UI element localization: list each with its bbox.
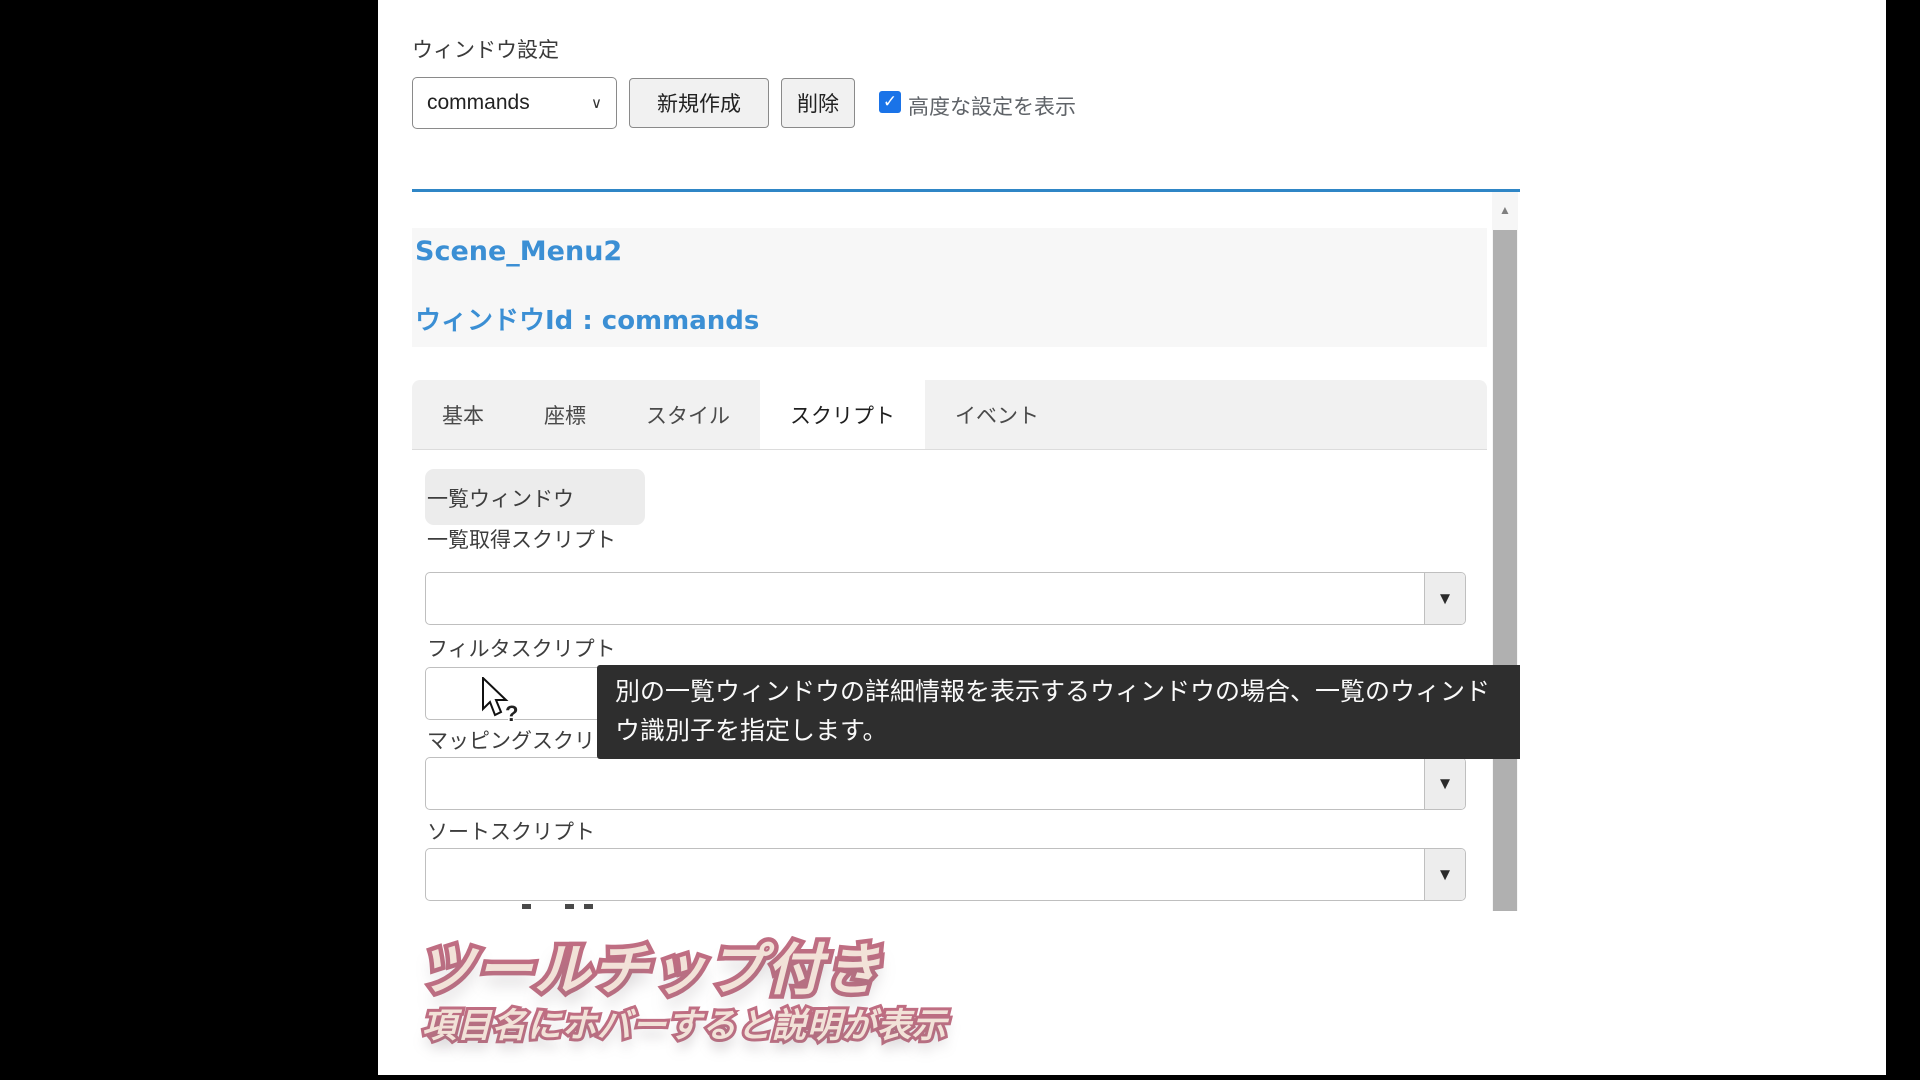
app-page: ウィンドウ設定 commands ∨ 新規作成 削除 ✓ 高度な設定を表示 Sc…	[378, 0, 1886, 1075]
letterbox-bottom	[0, 1075, 1920, 1080]
clipped-next-field-label	[522, 904, 822, 910]
window-select-value: commands	[427, 91, 530, 115]
dropdown-button[interactable]: ▼	[1424, 573, 1465, 624]
screen: ウィンドウ設定 commands ∨ 新規作成 削除 ✓ 高度な設定を表示 Sc…	[0, 0, 1920, 1080]
mapping-script-select[interactable]: ▼	[425, 757, 1466, 810]
letterbox-right	[1886, 0, 1920, 1080]
field-label-list-window[interactable]: 一覧ウィンドウ	[427, 483, 574, 513]
tab-style[interactable]: スタイル	[616, 380, 760, 449]
scene-title: Scene_Menu2	[415, 236, 622, 267]
chevron-down-icon: ∨	[591, 94, 602, 112]
checkmark-icon: ✓	[883, 92, 897, 112]
tab-basic[interactable]: 基本	[412, 380, 514, 449]
dropdown-arrow-icon: ▼	[1437, 589, 1454, 609]
stamp-subtitle: 項目名にホバーすると説明が表示	[422, 998, 947, 1047]
field-label-list-fetch-script[interactable]: 一覧取得スクリプト	[427, 524, 616, 554]
window-select[interactable]: commands ∨	[412, 77, 617, 129]
help-cursor-icon: ?	[481, 677, 527, 734]
dropdown-button[interactable]: ▼	[1424, 758, 1465, 809]
field-label-sort-script[interactable]: ソートスクリプト	[427, 816, 595, 846]
delete-button[interactable]: 削除	[781, 78, 855, 128]
editor-heading-panel: Scene_Menu2 ウィンドウId : commands	[412, 228, 1487, 347]
tooltip-line-2: ウ識別子を指定します。	[615, 712, 1520, 751]
tab-event[interactable]: イベント	[925, 380, 1069, 449]
vertical-scrollbar[interactable]: ▲	[1492, 192, 1518, 911]
editor-scroll-area: Scene_Menu2 ウィンドウId : commands 基本 座標 スタイ…	[412, 192, 1520, 911]
dropdown-button[interactable]: ▼	[1424, 849, 1465, 900]
tab-coordinates[interactable]: 座標	[514, 380, 616, 449]
scrollbar-thumb[interactable]	[1493, 230, 1517, 911]
window-id-heading: ウィンドウId : commands	[415, 300, 759, 337]
help-tooltip: 別の一覧ウィンドウの詳細情報を表示するウィンドウの場合、一覧のウィンド ウ識別子…	[597, 665, 1520, 759]
sort-script-select[interactable]: ▼	[425, 848, 1466, 901]
dropdown-arrow-icon: ▼	[1437, 774, 1454, 794]
scrollbar-up-icon[interactable]: ▲	[1492, 192, 1518, 228]
create-new-button[interactable]: 新規作成	[629, 78, 769, 128]
field-label-filter-script[interactable]: フィルタスクリプト	[427, 633, 616, 663]
svg-text:?: ?	[505, 701, 518, 726]
tab-script[interactable]: スクリプト	[760, 380, 925, 449]
stamp-title: ツールチップ付き	[418, 925, 882, 1006]
letterbox-left	[0, 0, 378, 1080]
list-fetch-script-select[interactable]: ▼	[425, 572, 1466, 625]
advanced-settings-label: 高度な設定を表示	[908, 91, 1076, 121]
dropdown-arrow-icon: ▼	[1437, 865, 1454, 885]
tab-bar: 基本 座標 スタイル スクリプト イベント	[412, 380, 1487, 450]
window-settings-label: ウィンドウ設定	[412, 34, 559, 64]
tooltip-line-1: 別の一覧ウィンドウの詳細情報を表示するウィンドウの場合、一覧のウィンド	[615, 673, 1520, 712]
advanced-settings-checkbox[interactable]: ✓	[879, 91, 901, 113]
